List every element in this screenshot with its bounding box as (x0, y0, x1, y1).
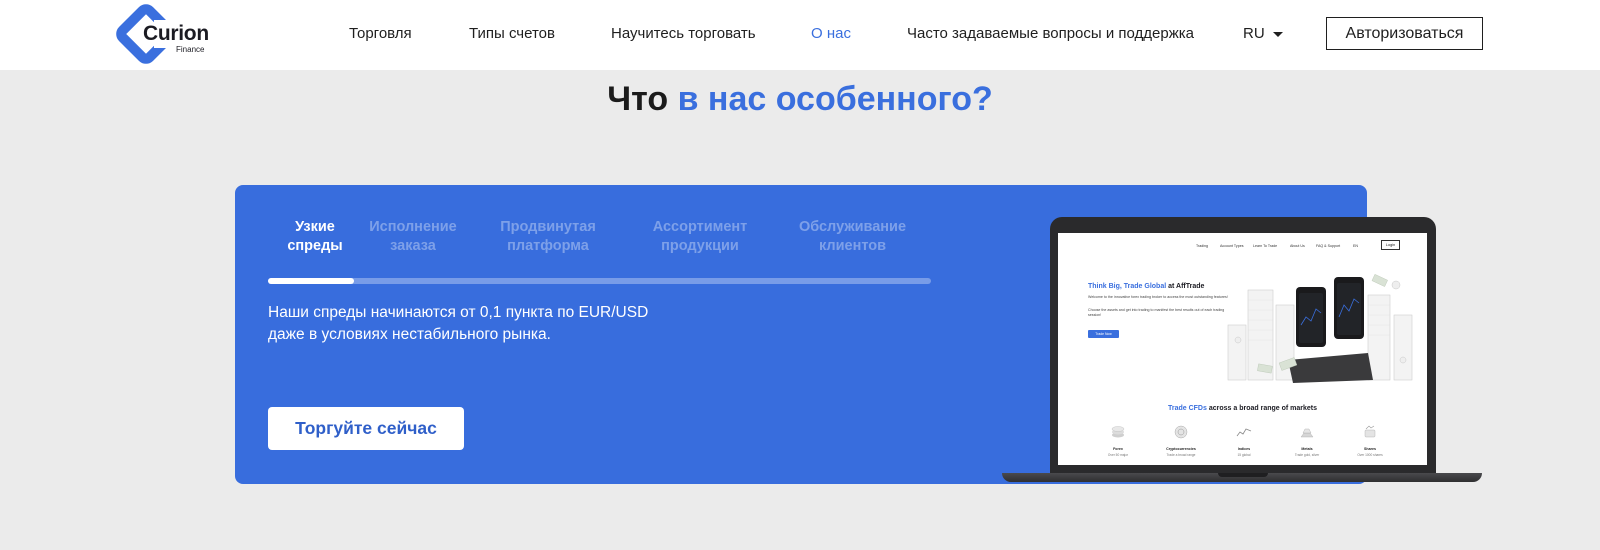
tab-advanced-platform[interactable]: Продвинутая платформа (493, 218, 603, 256)
mini-login-button: Login (1381, 240, 1400, 250)
tab-order-execution[interactable]: Исполнение заказа (363, 218, 463, 256)
tab-tight-spreads[interactable]: Узкие спреды (280, 218, 350, 256)
login-button[interactable]: Авторизоваться (1326, 17, 1483, 50)
mini-category-metals: Metals Trade gold, silver (1277, 425, 1337, 457)
mini-nav-item: Account Types (1220, 244, 1244, 248)
laptop-screen: Trading Account Types Learn To Trade Abo… (1058, 233, 1427, 465)
logo-subtitle: Finance (176, 45, 205, 54)
shares-icon (1364, 425, 1376, 438)
mini-hero-heading: Think Big, Trade Global at AffTrade (1088, 283, 1204, 290)
mini-section-heading: Trade CFDs across a broad range of marke… (1058, 405, 1427, 412)
mini-category-indices: Indices 15 global (1214, 425, 1274, 457)
feature-description: Наши спреды начинаются от 0,1 пункта по … (268, 304, 649, 343)
gold-bars-icon (1300, 428, 1314, 438)
tab-label-line2: спреды (287, 238, 343, 254)
tab-label-line1: Продвинутая (500, 219, 596, 235)
tab-label-line1: Ассортимент (652, 219, 748, 235)
tab-label-line2: продукции (661, 238, 739, 254)
nav-about-us[interactable]: О нас (811, 25, 851, 42)
laptop-mockup: Trading Account Types Learn To Trade Abo… (1000, 215, 1486, 490)
tab-progress-bar (268, 278, 931, 284)
mini-hero-accent: Think Big, Trade Global (1088, 283, 1167, 290)
mini-section-rest: across a broad range of markets (1208, 405, 1317, 412)
mini-hero-text: Choose the assets and get into trading t… (1088, 308, 1225, 317)
mini-category-sub: Over 50 major (1107, 453, 1129, 457)
phones-city-illustration (1227, 274, 1413, 383)
tab-label-line1: Исполнение (369, 219, 457, 235)
mini-category-sub: Trade gold, silver (1294, 453, 1320, 457)
language-selector[interactable]: RU (1243, 25, 1283, 42)
nav-account-types[interactable]: Типы счетов (469, 25, 555, 42)
tab-customer-service[interactable]: Обслуживание клиентов (790, 218, 915, 256)
title-part-dark: Что (607, 80, 669, 118)
mini-nav-item: About Us (1290, 244, 1305, 248)
mini-trade-now-button: Trade Now (1088, 330, 1119, 338)
nav-learn-to-trade[interactable]: Научитесь торговать (611, 25, 756, 42)
mini-category-name: Metals (1301, 447, 1313, 451)
mini-section-accent: Trade CFDs (1167, 405, 1207, 412)
tab-label-line2: заказа (390, 238, 436, 254)
tab-label-line1: Узкие (295, 219, 335, 235)
tab-label-line1: Обслуживание (798, 219, 907, 235)
section-title: Что в нас особенного? (0, 80, 1600, 119)
mini-category-name: Indices (1237, 447, 1251, 451)
mini-category-shares: Shares Over 1000 shares (1340, 425, 1400, 457)
mini-category-forex: Forex Over 50 major (1088, 425, 1148, 457)
chevron-down-icon (1272, 31, 1283, 37)
mini-hero-text: Welcome to the innovative forex trading … (1088, 295, 1228, 299)
mini-category-name: Shares (1364, 447, 1376, 451)
trade-now-button[interactable]: Торгуйте сейчас (268, 407, 464, 450)
mini-category-name: Forex (1113, 447, 1123, 451)
mini-category-crypto: Cryptocurrencies Trade a broad range (1151, 425, 1211, 457)
mini-category-sub: 15 global (1237, 453, 1251, 457)
mini-nav-item: FAQ & Support (1316, 244, 1341, 248)
title-part-accent: в нас особенного? (677, 80, 993, 118)
mini-hero-rest: at AffTrade (1168, 283, 1205, 290)
crypto-icon (1174, 425, 1188, 439)
mini-category-sub: Trade a broad range (1166, 453, 1196, 457)
nav-faq-support[interactable]: Часто задаваемые вопросы и поддержка (907, 25, 1194, 42)
tab-label-line2: платформа (507, 238, 589, 254)
mini-nav-item: Trading (1196, 244, 1209, 248)
tab-progress-fill (268, 278, 355, 284)
chart-line-icon (1236, 428, 1252, 437)
mini-category-sub: Over 1000 shares (1357, 453, 1383, 457)
nav-trading[interactable]: Торговля (349, 25, 412, 42)
laptop-notch (1218, 473, 1268, 477)
logo-name: Curion (143, 22, 209, 45)
tab-product-range[interactable]: Ассортимент продукции (645, 218, 755, 256)
mini-nav-item: Learn To Trade (1253, 244, 1278, 248)
mini-nav-item: EN (1353, 244, 1358, 248)
mini-category-name: Cryptocurrencies (1166, 447, 1196, 451)
language-label: RU (1243, 25, 1265, 42)
tab-label-line2: клиентов (818, 238, 887, 254)
coins-icon (1111, 426, 1125, 438)
site-header: Curion Finance Торговля Типы счетов Науч… (0, 0, 1600, 70)
logo[interactable]: Curion Finance (116, 4, 216, 64)
